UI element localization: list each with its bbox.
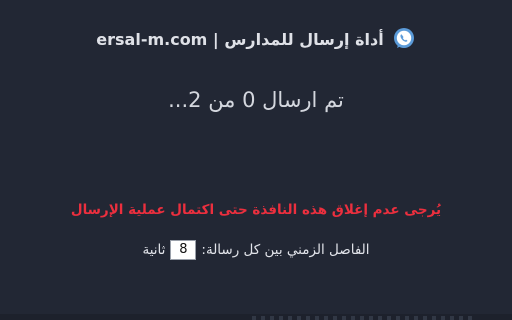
sending-popup: أداة إرسال للمدارس | ersal-m.com تم ارسا… bbox=[0, 0, 512, 320]
interval-row: الفاصل الزمني بين كل رسالة: 8 ثانية bbox=[0, 240, 512, 260]
interval-unit: ثانية bbox=[142, 242, 166, 258]
header-title: أداة إرسال للمدارس | ersal-m.com bbox=[96, 29, 384, 49]
background-page-edge bbox=[252, 316, 472, 320]
interval-label: الفاصل الزمني بين كل رسالة: bbox=[201, 242, 370, 258]
do-not-close-warning: يُرجى عدم إغلاق هذه النافذة حتى اكتمال ع… bbox=[70, 202, 442, 218]
bottom-strip bbox=[0, 314, 512, 320]
interval-value: 8 bbox=[170, 240, 197, 260]
header: أداة إرسال للمدارس | ersal-m.com bbox=[0, 26, 512, 52]
send-progress-text: تم ارسال 0 من 2... bbox=[168, 88, 344, 112]
whatsapp-icon bbox=[393, 28, 414, 48]
